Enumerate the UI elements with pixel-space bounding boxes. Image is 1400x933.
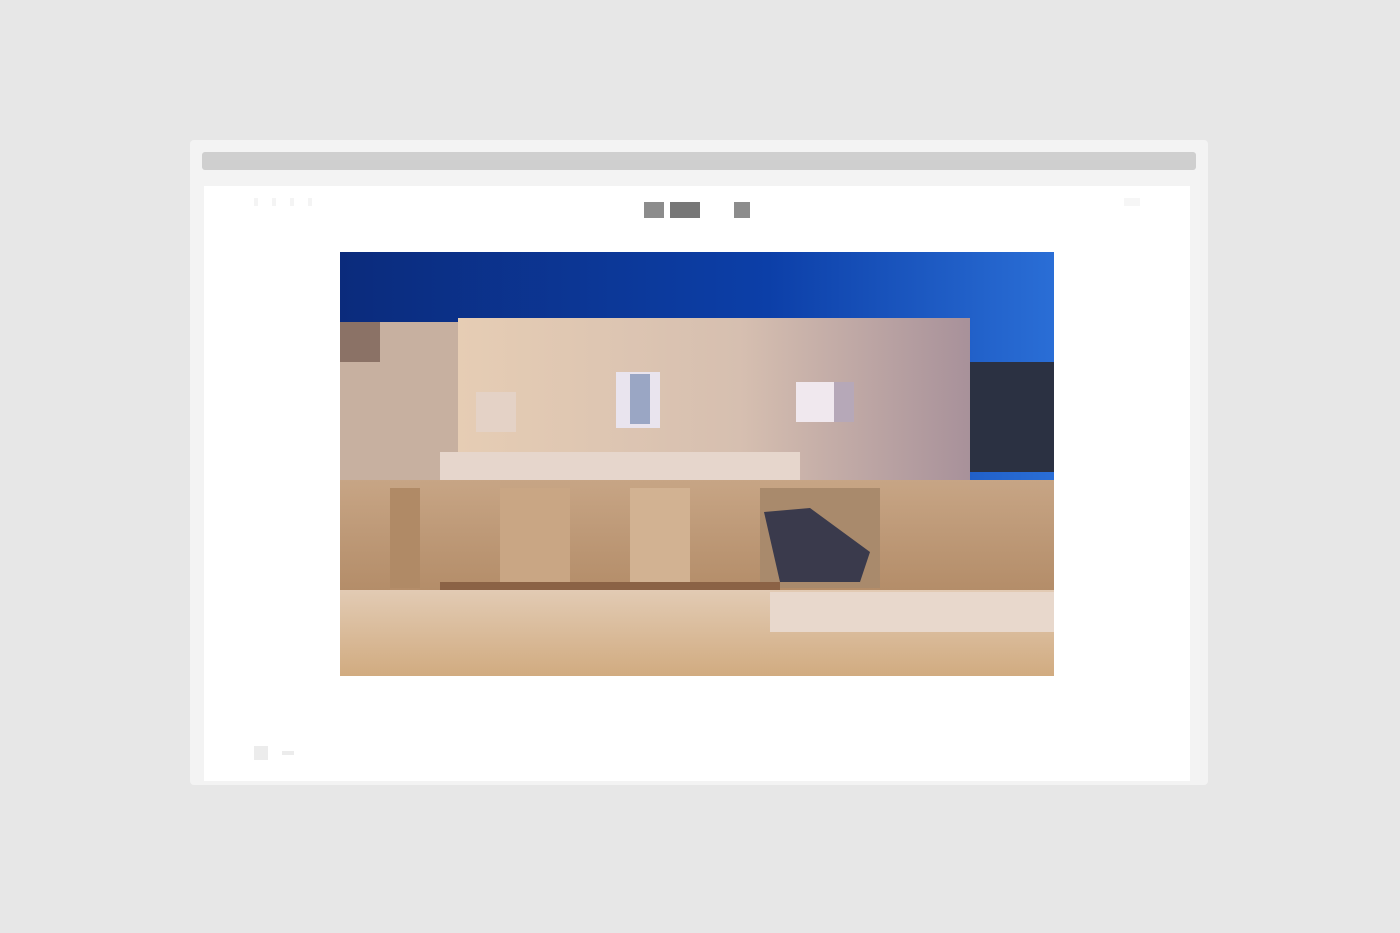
window-2-shade (834, 382, 854, 422)
footer-left (254, 746, 308, 760)
window-3 (476, 392, 516, 432)
logo-block-2 (670, 202, 700, 218)
window-2 (796, 382, 836, 422)
wall-slat-2 (500, 488, 570, 588)
logo-mark (644, 202, 754, 218)
browser-window (190, 140, 1208, 785)
nav-item-4[interactable] (308, 198, 312, 206)
pavement (770, 592, 1054, 632)
footer-logo-icon (254, 746, 268, 760)
right-building (970, 362, 1054, 472)
nav-item-1[interactable] (254, 198, 258, 206)
page-footer (254, 742, 1160, 768)
timber-wall (340, 480, 1054, 590)
top-nav (254, 198, 312, 206)
window-1-shade (630, 374, 650, 424)
caption-row (340, 680, 1054, 700)
site-logo[interactable] (644, 202, 754, 238)
building-photo (340, 252, 1054, 676)
web-page (204, 186, 1190, 781)
wall-slat-3 (630, 488, 690, 588)
left-roof (340, 322, 380, 362)
header-right-link[interactable] (1124, 198, 1140, 206)
hero-image (340, 252, 1054, 676)
light-band (440, 452, 800, 480)
nav-item-2[interactable] (272, 198, 276, 206)
footer-name[interactable] (282, 751, 294, 755)
browser-toolbar (202, 152, 1196, 170)
logo-block-1 (644, 202, 664, 218)
wall-slat-1 (390, 488, 420, 588)
logo-block-3 (734, 202, 750, 218)
nav-item-3[interactable] (290, 198, 294, 206)
